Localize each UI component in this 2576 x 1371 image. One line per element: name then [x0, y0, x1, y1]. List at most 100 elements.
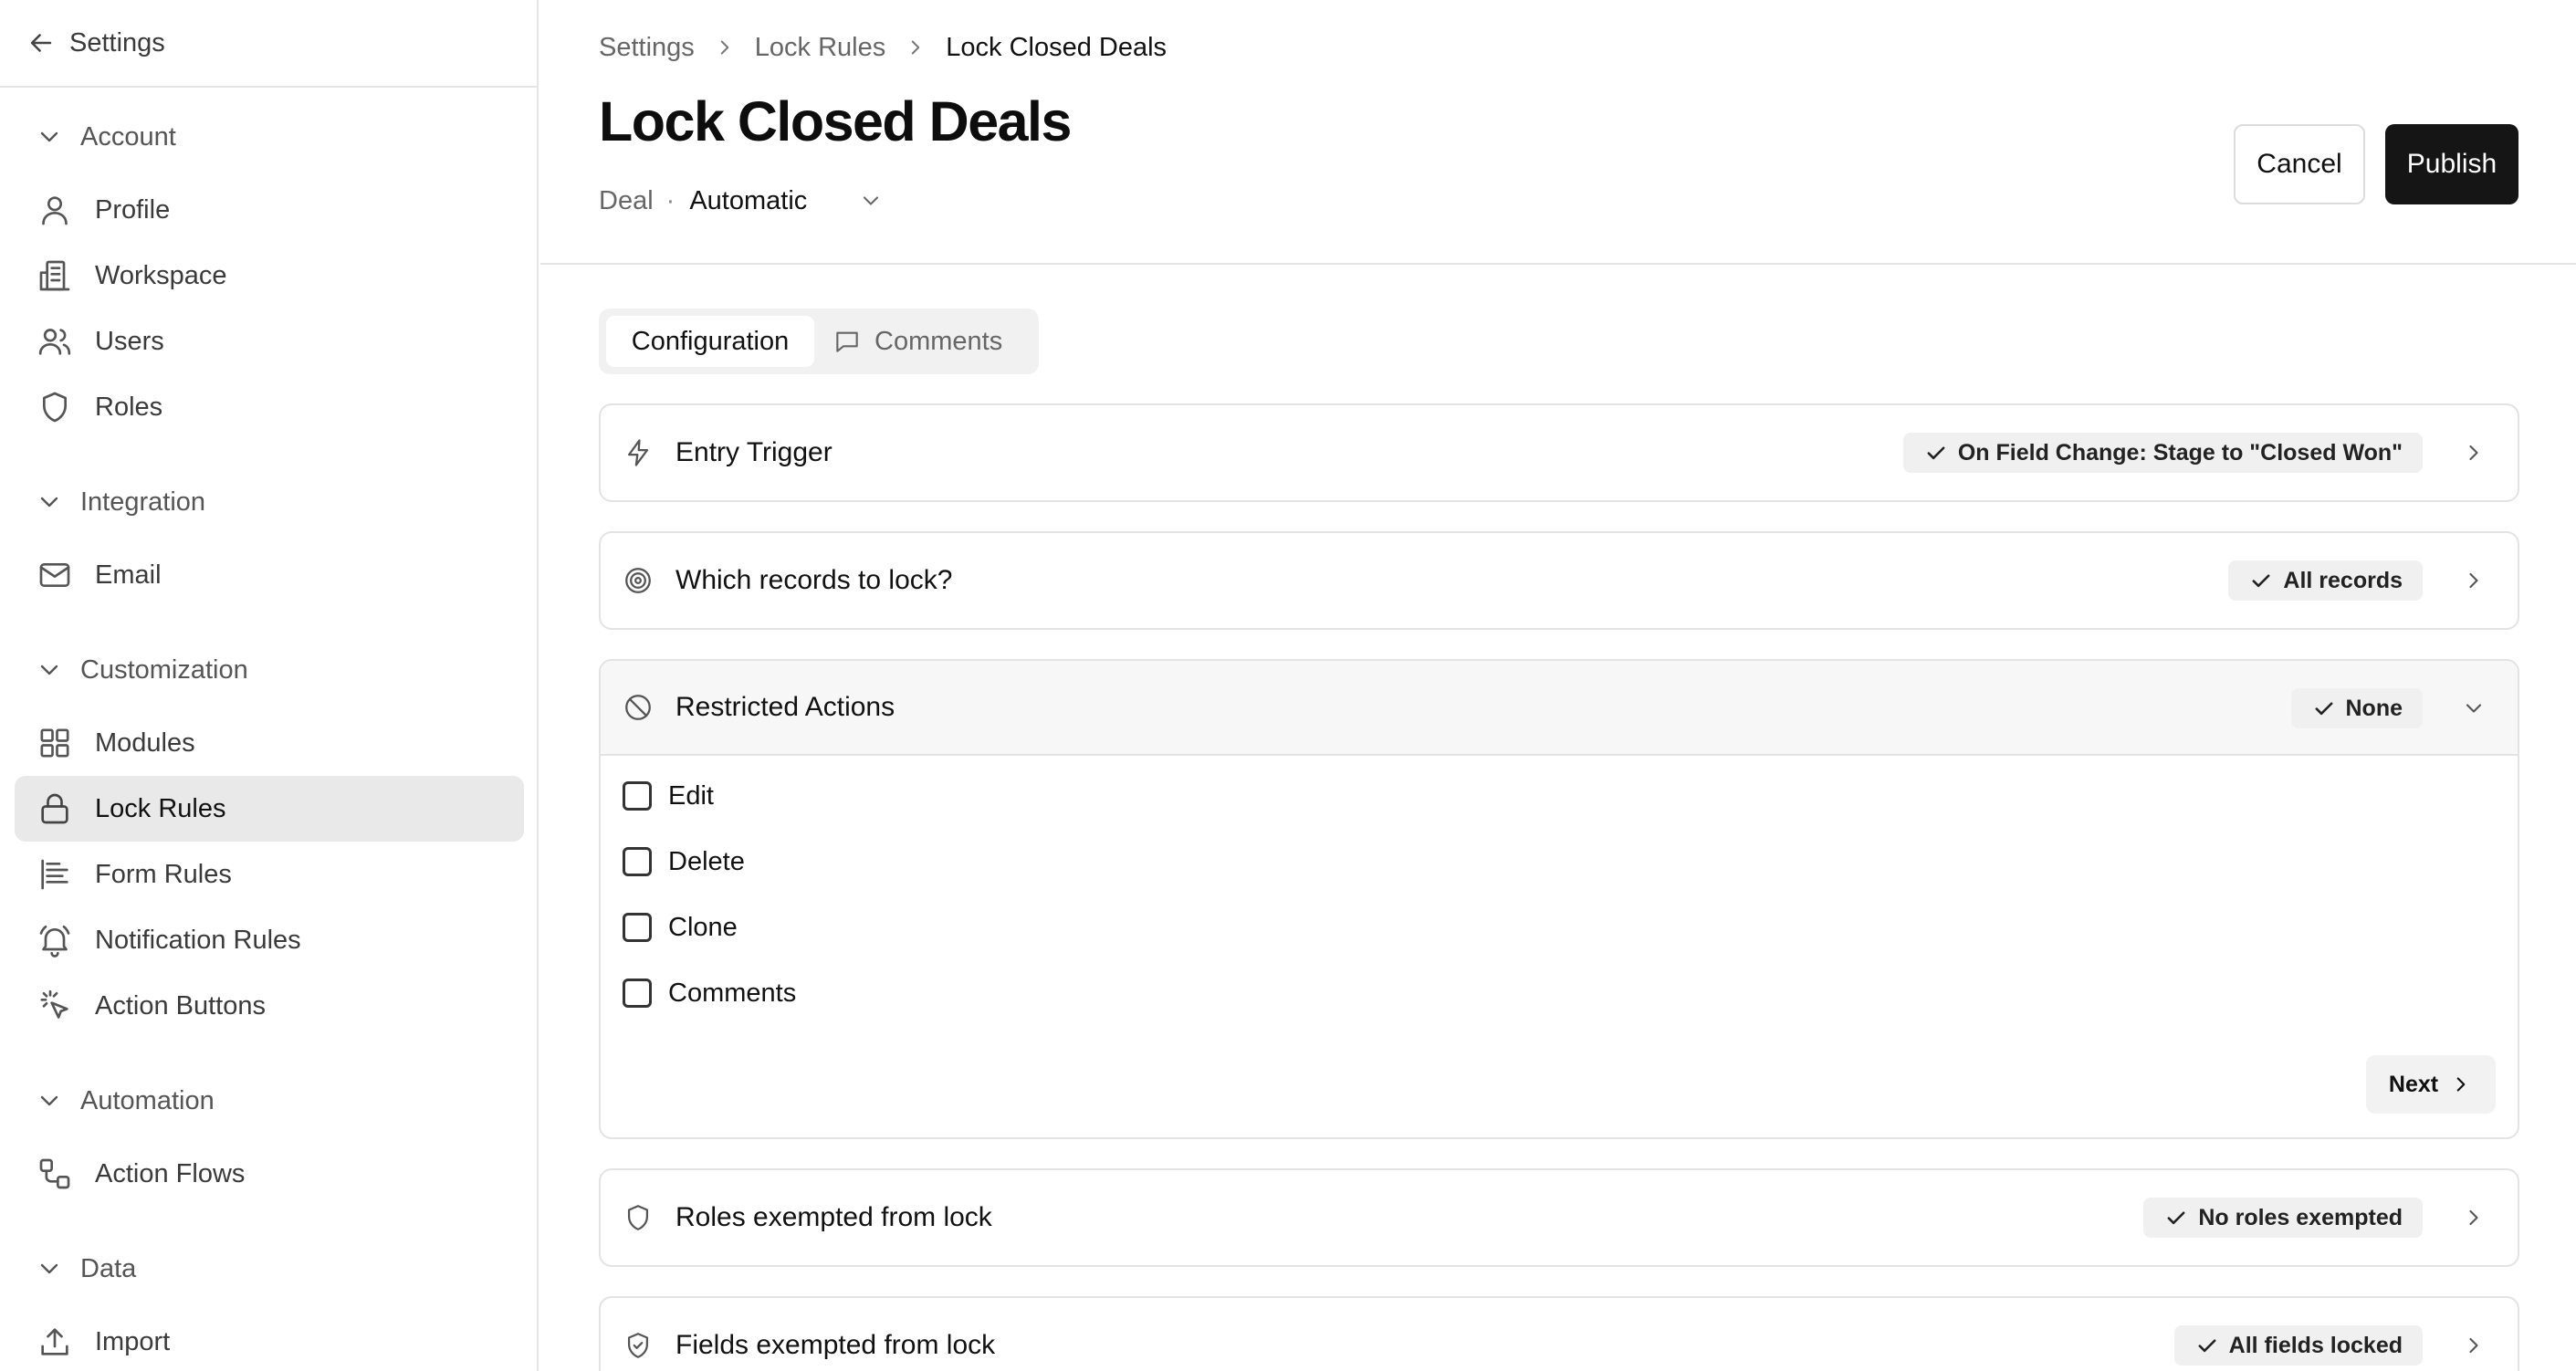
badge-label: All records [2283, 567, 2403, 593]
sidebar-group-label: Data [80, 1253, 137, 1283]
section-header[interactable]: Restricted Actions None [601, 661, 2518, 756]
sidebar-item-label: Notification Rules [95, 925, 301, 955]
sidebar-item-lock-rules[interactable]: Lock Rules [15, 776, 524, 842]
chevron-down-icon [40, 665, 58, 675]
next-label: Next [2388, 1071, 2439, 1097]
option-label: Edit [668, 780, 714, 811]
form-icon [41, 859, 68, 890]
sidebar-group-customization[interactable]: Customization [0, 643, 537, 697]
arrow-left-icon [30, 34, 52, 52]
tab-configuration[interactable]: Configuration [606, 316, 814, 367]
section-which-records: Which records to lock? All records [599, 531, 2519, 630]
chevron-right-icon [720, 40, 729, 55]
sidebar-item-action-buttons[interactable]: Action Buttons [15, 973, 524, 1039]
user-icon [42, 196, 68, 225]
meta-separator: · [665, 185, 675, 215]
checkbox[interactable] [623, 913, 652, 942]
sidebar-item-users[interactable]: Users [15, 309, 524, 374]
option-edit[interactable]: Edit [623, 778, 714, 814]
breadcrumb-settings[interactable]: Settings [599, 33, 695, 63]
chevron-down-icon [40, 1263, 58, 1274]
cancel-button[interactable]: Cancel [2234, 124, 2365, 204]
sidebar-item-label: Modules [95, 727, 195, 758]
main-content: Settings Lock Rules Lock Closed Deals Lo… [540, 0, 2576, 1371]
sidebar-item-label: Email [95, 560, 162, 590]
ban-icon [625, 695, 651, 720]
publish-button[interactable]: Publish [2385, 124, 2518, 204]
checkbox[interactable] [623, 781, 652, 811]
status-badge: No roles exempted [2143, 1198, 2423, 1238]
sidebar-item-profile[interactable]: Profile [15, 177, 524, 243]
sidebar-item-import[interactable]: Import [15, 1309, 524, 1371]
option-label: Comments [668, 978, 797, 1008]
sidebar-group-label: Integration [80, 487, 206, 517]
section-header[interactable]: Roles exempted from lock No roles exempt… [601, 1170, 2518, 1265]
settings-sidebar: Settings Account Profile Workspace Users… [0, 0, 539, 1371]
chevron-down-icon[interactable] [858, 188, 884, 214]
module-name: Deal [599, 185, 654, 215]
status-badge: All records [2228, 560, 2423, 601]
check-icon [2198, 1339, 2216, 1353]
sidebar-item-email[interactable]: Email [15, 542, 524, 608]
check-icon [2315, 702, 2332, 716]
chevron-right-icon[interactable] [2461, 1205, 2487, 1230]
sidebar-item-label: Workspace [95, 260, 227, 290]
sidebar-group-account[interactable]: Account [0, 110, 537, 164]
users-icon [38, 329, 71, 355]
sidebar-item-action-flows[interactable]: Action Flows [15, 1141, 524, 1207]
badge-label: None [2345, 695, 2403, 721]
checkbox[interactable] [623, 979, 652, 1008]
option-clone[interactable]: Clone [623, 909, 738, 946]
tab-label: Configuration [631, 326, 790, 356]
chevron-right-icon [912, 40, 920, 55]
chevron-right-icon[interactable] [2461, 568, 2487, 593]
badge-label: On Field Change: Stage to "Closed Won" [1957, 439, 2403, 466]
mode-select-value[interactable]: Automatic [689, 186, 807, 216]
back-to-settings[interactable]: Settings [0, 0, 537, 88]
bell-icon [39, 926, 70, 958]
lightning-icon [627, 439, 649, 466]
restricted-actions-options: Edit Delete Clone Comments Next [601, 756, 2518, 1134]
sidebar-group-integration[interactable]: Integration [0, 475, 537, 529]
chevron-down-icon [40, 1095, 58, 1106]
tab-bar: Configuration Comments [599, 309, 1039, 374]
section-title: Which records to lock? [675, 565, 953, 595]
breadcrumb-lock-rules[interactable]: Lock Rules [755, 33, 885, 63]
breadcrumb-current: Lock Closed Deals [946, 32, 1168, 62]
mail-icon [39, 563, 70, 587]
sidebar-item-modules[interactable]: Modules [15, 710, 524, 776]
check-icon [2252, 574, 2270, 588]
chevron-right-icon[interactable] [2461, 440, 2487, 466]
sidebar-item-roles[interactable]: Roles [15, 374, 524, 440]
next-button[interactable]: Next [2366, 1055, 2496, 1114]
sidebar-item-label: Lock Rules [95, 793, 226, 823]
option-delete[interactable]: Delete [623, 843, 745, 880]
sidebar-item-form-rules[interactable]: Form Rules [15, 842, 524, 907]
section-title: Fields exempted from lock [675, 1330, 996, 1360]
sidebar-item-label: Roles [95, 392, 163, 422]
sidebar-group-automation[interactable]: Automation [0, 1073, 537, 1128]
shield-icon [627, 1205, 649, 1230]
sidebar-group-label: Customization [80, 654, 248, 685]
sidebar-group-label: Automation [80, 1085, 215, 1115]
checkbox[interactable] [623, 847, 652, 876]
chevron-down-icon[interactable] [2461, 696, 2487, 721]
option-comments[interactable]: Comments [623, 975, 796, 1011]
section-title: Roles exempted from lock [675, 1202, 992, 1232]
section-header[interactable]: Fields exempted from lock All fields loc… [601, 1298, 2518, 1371]
sidebar-item-workspace[interactable]: Workspace [15, 243, 524, 309]
shield-icon [43, 392, 67, 423]
grid-icon [40, 728, 69, 758]
status-badge: On Field Change: Stage to "Closed Won" [1902, 433, 2423, 473]
chevron-right-icon[interactable] [2461, 1333, 2487, 1358]
option-label: Delete [668, 846, 745, 876]
badge-label: No roles exempted [2198, 1204, 2403, 1230]
section-title: Restricted Actions [675, 692, 895, 722]
sidebar-item-notification-rules[interactable]: Notification Rules [15, 907, 524, 973]
sidebar-group-data[interactable]: Data [0, 1241, 537, 1296]
sidebar-item-label: Action Buttons [95, 990, 266, 1020]
sidebar-group-label: Account [80, 121, 176, 152]
section-header[interactable]: Entry Trigger On Field Change: Stage to … [601, 405, 2518, 500]
tab-comments[interactable]: Comments [814, 316, 1002, 367]
section-header[interactable]: Which records to lock? All records [601, 533, 2518, 628]
